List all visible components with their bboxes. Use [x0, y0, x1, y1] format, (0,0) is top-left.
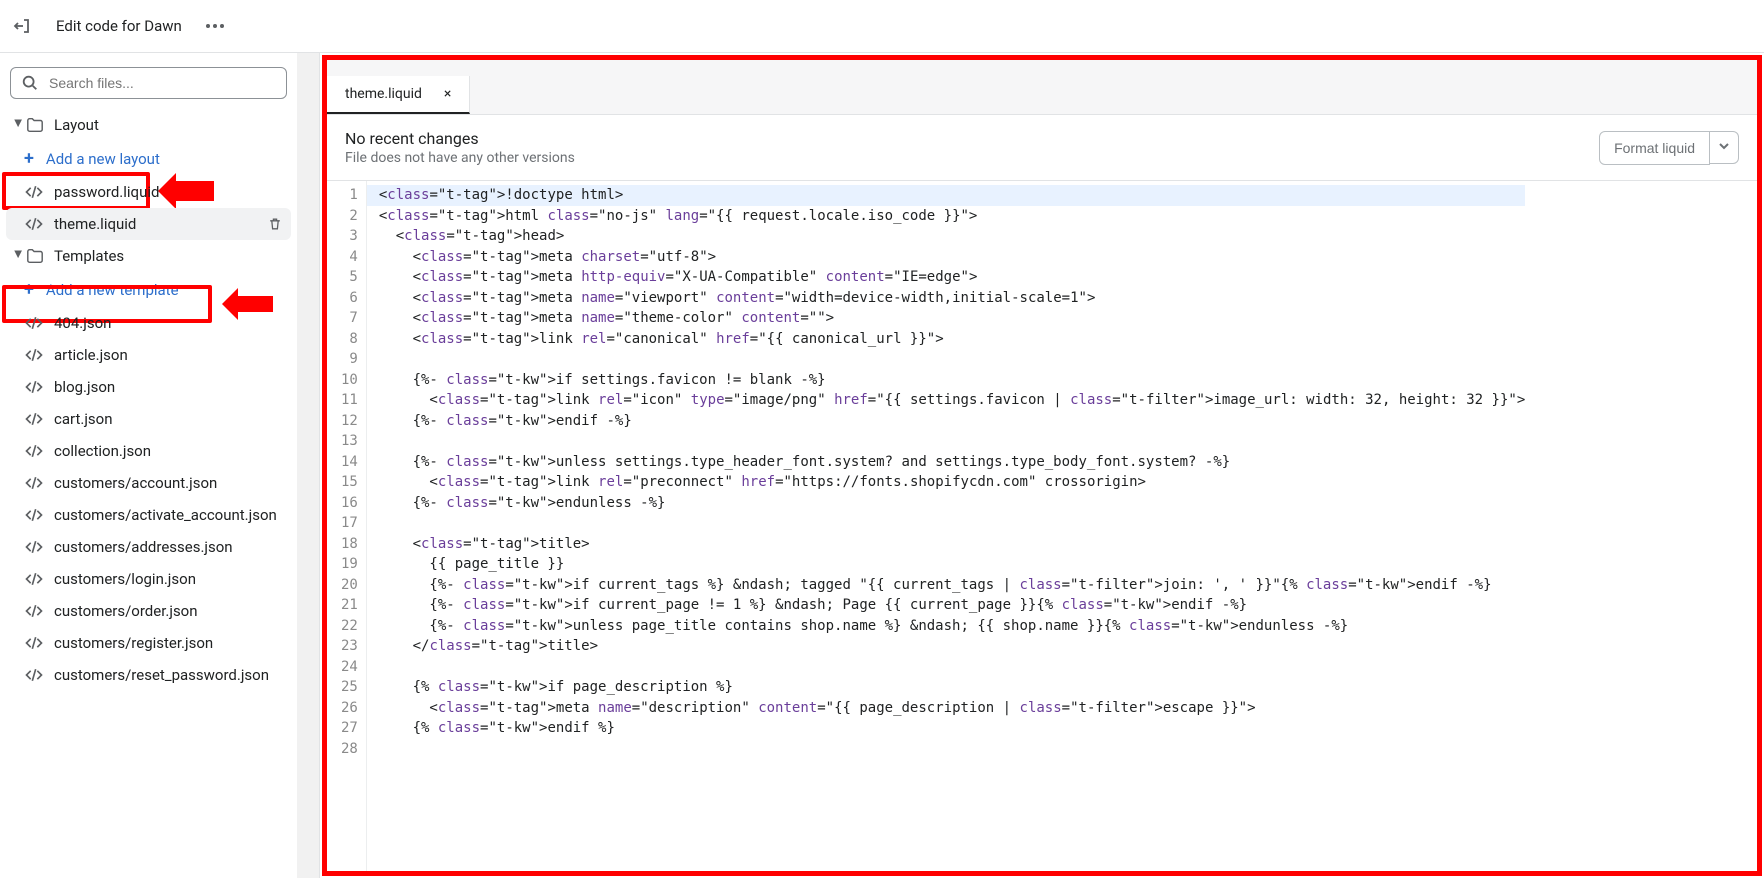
format-dropdown-button[interactable] — [1710, 131, 1739, 164]
code-file-icon — [24, 315, 44, 331]
file-theme[interactable]: theme.liquid — [6, 208, 291, 240]
chevron-down-icon: ▶ — [13, 250, 24, 262]
code-lines[interactable]: <class="t-tag">!doctype html><class="t-t… — [367, 181, 1525, 871]
file-customers-login-json[interactable]: customers/login.json — [6, 563, 291, 595]
code-file-icon — [24, 411, 44, 427]
add-template-button[interactable]: + Add a new template — [6, 272, 291, 307]
code-file-icon — [24, 184, 44, 200]
file-label: cart.json — [54, 410, 113, 428]
topbar: Edit code for Dawn — [0, 0, 1764, 52]
code-file-icon — [24, 635, 44, 651]
code-file-icon — [24, 379, 44, 395]
add-label: Add a new template — [46, 281, 179, 299]
file-label: blog.json — [54, 378, 115, 396]
code-file-icon — [24, 507, 44, 523]
code-file-icon — [24, 667, 44, 683]
tab-close-icon[interactable]: × — [444, 86, 451, 102]
file-customers-reset_password-json[interactable]: customers/reset_password.json — [6, 659, 291, 691]
search-input[interactable] — [49, 75, 276, 91]
folder-icon — [26, 247, 44, 265]
file-label: collection.json — [54, 442, 151, 460]
page-title: Edit code for Dawn — [56, 17, 182, 35]
file-label: password.liquid — [54, 183, 159, 201]
code-file-icon — [24, 216, 44, 232]
file-customers-addresses-json[interactable]: customers/addresses.json — [6, 531, 291, 563]
search-input-wrap[interactable] — [10, 67, 287, 99]
file-sidebar: ▶ Layout + Add a new layout password.liq… — [0, 53, 297, 878]
file-cart-json[interactable]: cart.json — [6, 403, 291, 435]
file-label: customers/addresses.json — [54, 538, 233, 556]
folder-label: Layout — [54, 116, 99, 134]
format-liquid-button[interactable]: Format liquid — [1599, 131, 1710, 165]
chevron-down-icon: ▶ — [13, 119, 24, 131]
code-file-icon — [24, 571, 44, 587]
file-label: 404.json — [54, 314, 111, 332]
tab-theme-liquid[interactable]: theme.liquid × — [327, 76, 470, 114]
status-bar: No recent changes File does not have any… — [327, 115, 1757, 181]
code-editor[interactable]: 1234567891011121314151617181920212223242… — [327, 181, 1757, 871]
plus-icon: + — [24, 279, 34, 300]
file-label: customers/activate_account.json — [54, 506, 277, 524]
file-password[interactable]: password.liquid — [6, 176, 291, 208]
tab-label: theme.liquid — [345, 86, 422, 102]
file-customers-account-json[interactable]: customers/account.json — [6, 467, 291, 499]
sidebar-scrollbar[interactable] — [297, 53, 319, 878]
exit-icon[interactable] — [12, 16, 32, 36]
folder-label: Templates — [54, 247, 124, 265]
editor-area: theme.liquid × No recent changes File do… — [322, 55, 1762, 876]
add-layout-button[interactable]: + Add a new layout — [6, 141, 291, 176]
code-file-icon — [24, 443, 44, 459]
file-label: customers/account.json — [54, 474, 217, 492]
folder-layout[interactable]: ▶ Layout — [6, 109, 291, 141]
chevron-down-icon — [1718, 140, 1730, 152]
tabs-bar: theme.liquid × — [327, 60, 1757, 115]
line-number-gutter: 1234567891011121314151617181920212223242… — [327, 181, 367, 871]
file-label: customers/login.json — [54, 570, 196, 588]
file-customers-activate_account-json[interactable]: customers/activate_account.json — [6, 499, 291, 531]
file-blog-json[interactable]: blog.json — [6, 371, 291, 403]
code-file-icon — [24, 347, 44, 363]
file-label: theme.liquid — [54, 215, 136, 233]
file-label: customers/register.json — [54, 634, 213, 652]
code-file-icon — [24, 475, 44, 491]
file-label: customers/order.json — [54, 602, 198, 620]
status-subtitle: File does not have any other versions — [345, 150, 575, 166]
status-title: No recent changes — [345, 129, 575, 148]
file-label: article.json — [54, 346, 128, 364]
file-article-json[interactable]: article.json — [6, 339, 291, 371]
file-customers-order-json[interactable]: customers/order.json — [6, 595, 291, 627]
code-file-icon — [24, 539, 44, 555]
file-404-json[interactable]: 404.json — [6, 307, 291, 339]
file-collection-json[interactable]: collection.json — [6, 435, 291, 467]
plus-icon: + — [24, 148, 34, 169]
add-label: Add a new layout — [46, 150, 160, 168]
code-file-icon — [24, 603, 44, 619]
search-icon — [21, 74, 39, 92]
file-customers-register-json[interactable]: customers/register.json — [6, 627, 291, 659]
trash-icon[interactable] — [267, 216, 283, 232]
folder-icon — [26, 116, 44, 134]
file-label: customers/reset_password.json — [54, 666, 269, 684]
more-menu-icon[interactable] — [206, 24, 224, 28]
folder-templates[interactable]: ▶ Templates — [6, 240, 291, 272]
